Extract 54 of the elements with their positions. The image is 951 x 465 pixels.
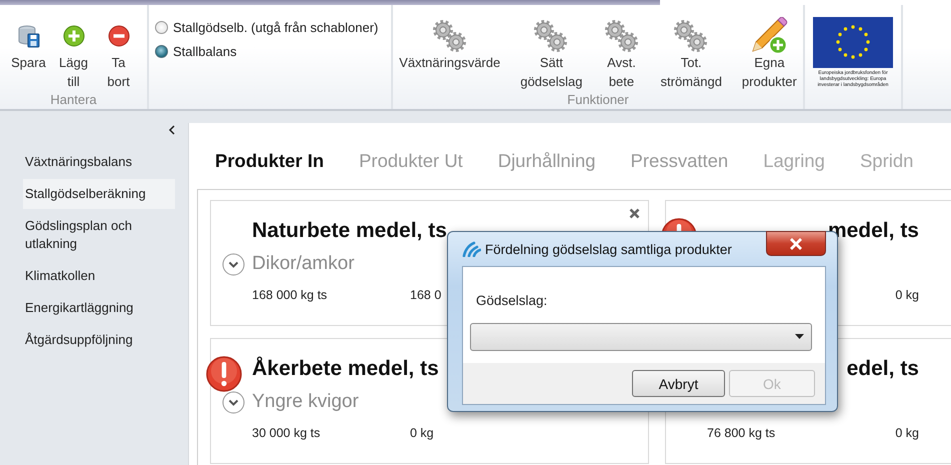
database-save-icon [18, 24, 40, 48]
amount-text: 30 000 kg ts [252, 426, 320, 440]
amount-text: 0 kg [895, 426, 919, 440]
add-icon [62, 25, 84, 47]
amount-text: 0 kg [895, 288, 919, 302]
ribbon-button[interactable]: Tot. strömängd [656, 5, 727, 91]
card-subtitle: Yngre kvigor [252, 391, 359, 413]
ribbon-button[interactable]: Ta bort [96, 5, 141, 91]
field-label: Gödselslag: [476, 293, 548, 310]
card-title: Naturbete medel, ts [252, 218, 447, 244]
radio-button[interactable] [155, 20, 168, 34]
radio-button[interactable] [155, 44, 168, 58]
sidebar-item[interactable]: Åtgärdsuppföljning [23, 325, 175, 355]
dropdown[interactable] [470, 323, 812, 351]
gears-icon [430, 18, 469, 54]
amount-text: 76 800 kg ts [707, 426, 776, 440]
app-logo-icon [462, 241, 481, 257]
dialog-title: Fördelning gödselslag samtliga produkter [485, 242, 732, 256]
expand-icon[interactable] [222, 252, 245, 276]
sidebar-item[interactable]: Energikartläggning [23, 293, 175, 323]
radio-label: Stallbalans [173, 44, 237, 58]
card-title: Åkerbete medel, ts [252, 356, 439, 382]
sidebar-item[interactable]: Växtnäringsbalans [23, 147, 175, 177]
tab[interactable]: Produkter In [215, 150, 324, 189]
amount-text: 0 kg [410, 426, 434, 440]
dialog-button[interactable]: Avbryt [632, 370, 725, 397]
radio-option[interactable]: Stallgödselb. (utgå från schabloner) [155, 15, 378, 39]
expand-icon[interactable] [222, 390, 245, 414]
ribbon-button[interactable]: Sätt gödselslag [515, 5, 588, 91]
close-button[interactable] [766, 231, 826, 256]
remove-icon [108, 25, 130, 47]
sidebar-item[interactable]: Klimatkollen [23, 261, 175, 291]
ribbon-button[interactable]: Växtnäringsvärde [394, 5, 506, 91]
card-title: edel, ts [846, 356, 919, 382]
radio-option[interactable]: Stallbalans [155, 39, 237, 63]
radio-label: Stallgödselb. (utgå från schabloner) [173, 20, 378, 34]
ribbon-button[interactable]: Spara [6, 5, 51, 91]
gears-icon [602, 18, 640, 54]
ribbon-button[interactable]: Egna produkter [736, 5, 802, 91]
ribbon-button[interactable]: Avst. bete [598, 5, 646, 91]
dropdown-arrow-icon [795, 334, 804, 339]
amount-text: 168 000 kg ts [252, 288, 328, 302]
group-label: Hantera [50, 91, 97, 109]
pencil-add-icon [749, 17, 790, 55]
card-subtitle: Dikor/amkor [252, 253, 354, 275]
amount-text: 168 0 [410, 288, 442, 302]
close-icon [789, 238, 803, 250]
collapse-icon[interactable] [168, 125, 176, 135]
ribbon-button[interactable]: Lägg till [51, 5, 96, 91]
close-icon[interactable] [629, 208, 640, 219]
sidebar-item[interactable]: Stallgödselberäkning [23, 179, 175, 209]
sidebar-item[interactable]: Gödslingsplan och utlakning [23, 211, 175, 259]
flag-icon [813, 17, 893, 68]
group-label: Funktioner [567, 91, 629, 109]
